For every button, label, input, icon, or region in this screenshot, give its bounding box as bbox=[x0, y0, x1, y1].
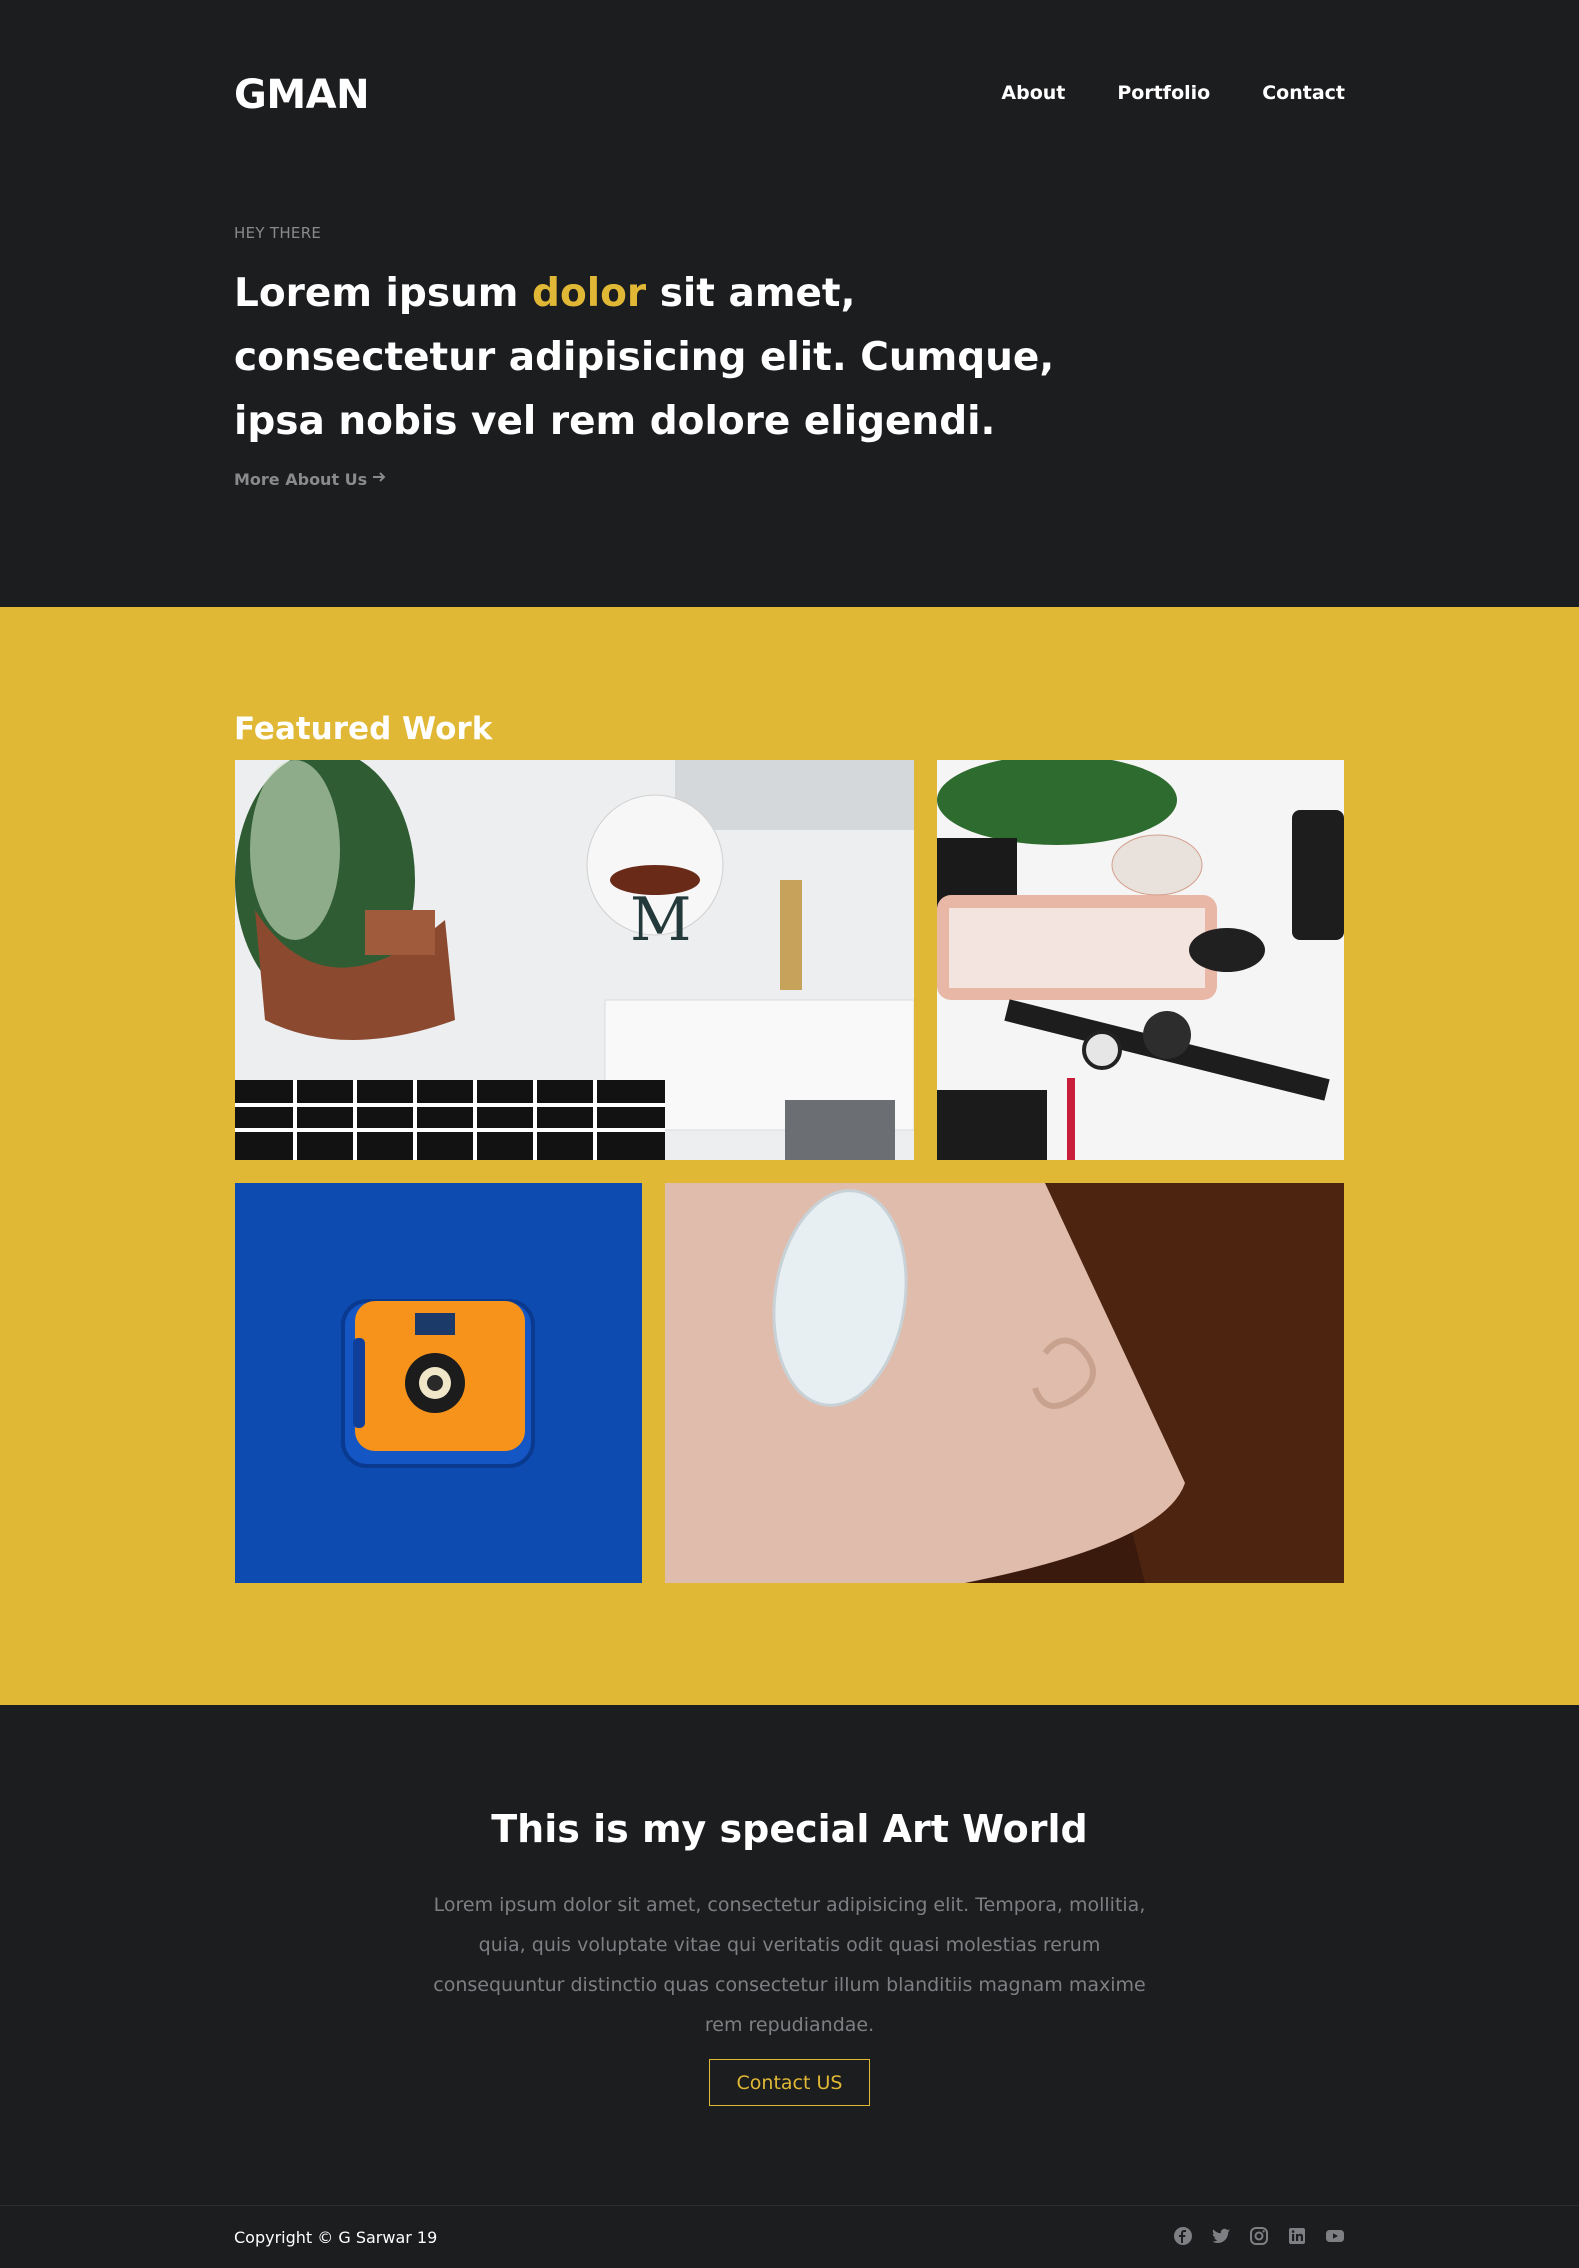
svg-text:M: M bbox=[630, 885, 691, 955]
orange-camera-on-blue-photo bbox=[235, 1183, 642, 1583]
more-about-label: More About Us bbox=[234, 469, 368, 489]
facebook-icon[interactable] bbox=[1173, 2226, 1193, 2246]
featured-work-title: Featured Work bbox=[234, 711, 493, 747]
linkedin-icon[interactable] bbox=[1287, 2226, 1307, 2246]
more-about-link[interactable]: More About Us bbox=[234, 469, 387, 489]
portfolio-item-2[interactable] bbox=[937, 760, 1344, 1160]
portfolio-item-1[interactable]: M bbox=[235, 760, 914, 1160]
about-text: Lorem ipsum dolor sit amet, consectetur … bbox=[433, 1894, 1146, 2036]
arrow-right-icon bbox=[371, 469, 387, 489]
social-links bbox=[1173, 2226, 1345, 2246]
mouse-on-leather-pad-photo bbox=[665, 1183, 1344, 1583]
keyboard-watches-flatlay-photo bbox=[937, 760, 1344, 1160]
about-title: This is my special Art World bbox=[491, 1807, 1088, 1851]
nav-about-link[interactable]: About bbox=[1001, 82, 1065, 104]
nav-contact-link[interactable]: Contact bbox=[1262, 82, 1345, 104]
portfolio-item-3[interactable] bbox=[235, 1183, 642, 1583]
instagram-icon[interactable] bbox=[1249, 2226, 1269, 2246]
portfolio-item-4[interactable] bbox=[665, 1183, 1344, 1583]
about-section: This is my special Art World Lorem ipsum… bbox=[0, 1705, 1579, 2205]
main-nav: About Portfolio Contact bbox=[1001, 82, 1345, 104]
brand-logo[interactable]: GMAN bbox=[234, 72, 370, 118]
desk-plant-mug-keyboard-photo: M bbox=[235, 760, 914, 1160]
featured-work-section: Featured Work M bbox=[0, 607, 1579, 1705]
site-footer: Copyright © G Sarwar 19 bbox=[0, 2205, 1579, 2268]
contact-us-button[interactable]: Contact US bbox=[709, 2059, 870, 2106]
nav-portfolio-link[interactable]: Portfolio bbox=[1117, 82, 1210, 104]
site-header: GMAN About Portfolio Contact HEY THERE L… bbox=[0, 0, 1579, 607]
headline-highlight: dolor bbox=[532, 271, 647, 316]
hero-eyebrow: HEY THERE bbox=[234, 224, 322, 242]
copyright-text: Copyright © G Sarwar 19 bbox=[234, 2228, 438, 2247]
hero-headline: Lorem ipsum dolor sit amet, consectetur … bbox=[234, 262, 1114, 454]
youtube-icon[interactable] bbox=[1325, 2226, 1345, 2246]
twitter-icon[interactable] bbox=[1211, 2226, 1231, 2246]
headline-text-start: Lorem ipsum bbox=[234, 271, 533, 316]
